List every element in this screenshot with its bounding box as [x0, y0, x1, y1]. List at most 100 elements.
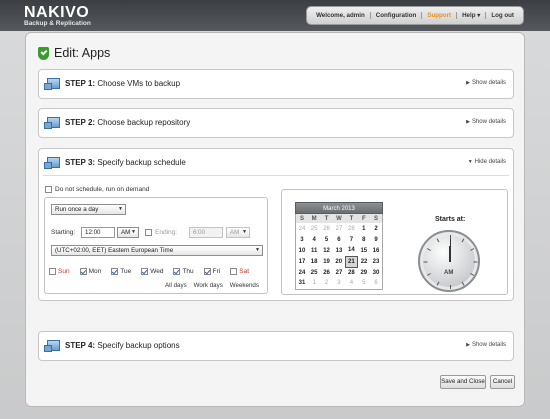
calendar-day[interactable]: 8: [358, 234, 370, 245]
calendar-day[interactable]: 6: [333, 234, 345, 245]
calendar-day[interactable]: 10: [296, 245, 308, 256]
vm-icon: [44, 157, 60, 169]
day-mon-checkbox[interactable]: [79, 268, 87, 275]
save-and-close-button[interactable]: Save and Close: [440, 375, 486, 389]
clock-icon: AM: [418, 230, 480, 292]
brand-subtitle: Backup & Replication: [24, 20, 91, 27]
page-title: Edit: Apps: [54, 46, 111, 60]
clock-tick: [470, 248, 475, 251]
nav-help[interactable]: Help ▾: [457, 12, 487, 19]
day-fri-checkbox[interactable]: [203, 268, 211, 275]
day-thu[interactable]: Thu: [173, 268, 194, 275]
start-ampm-select[interactable]: AM ▼: [117, 227, 139, 238]
day-tue[interactable]: Tue: [111, 268, 131, 275]
day-tue-checkbox[interactable]: [111, 268, 119, 275]
no-schedule-option[interactable]: Do not schedule, run on demand: [45, 186, 149, 193]
nav-support[interactable]: Support: [422, 12, 458, 19]
calendar-day[interactable]: 31: [296, 278, 308, 289]
calendar-day[interactable]: 26: [320, 267, 332, 278]
calendar-day[interactable]: 25: [308, 267, 320, 278]
calendar-week: 3 4 5 6 7 8 9: [296, 234, 383, 245]
calendar-day[interactable]: 14: [345, 245, 357, 256]
clock-tick: [423, 261, 428, 263]
day-thu-label: Thu: [182, 268, 194, 275]
calendar-day[interactable]: 2: [370, 223, 382, 234]
calendar-day[interactable]: 12: [320, 245, 332, 256]
calendar-day[interactable]: 27: [333, 267, 345, 278]
calendar-day[interactable]: 16: [370, 245, 382, 256]
calendar-day[interactable]: 6: [370, 278, 382, 289]
calendar-day-today[interactable]: 21: [344, 255, 359, 268]
calendar-day[interactable]: 13: [333, 245, 345, 256]
calendar-day[interactable]: 26: [320, 223, 332, 234]
calendar-day[interactable]: 7: [345, 234, 357, 245]
day-sat[interactable]: Sat: [230, 268, 249, 275]
day-fri[interactable]: Fri: [203, 268, 220, 275]
calendar-day[interactable]: 3: [333, 278, 345, 289]
calendar-day[interactable]: 1: [308, 278, 320, 289]
brand-name: NAKIVO: [24, 4, 90, 21]
calendar-day[interactable]: 18: [308, 256, 320, 267]
calendar-day[interactable]: 19: [320, 256, 332, 267]
calendar-day[interactable]: 28: [345, 223, 357, 234]
triangle-right-icon: ▶: [466, 342, 470, 348]
calendar-day[interactable]: 17: [296, 256, 308, 267]
end-time-input[interactable]: 6:00: [189, 227, 223, 238]
calendar-day[interactable]: 24: [296, 223, 308, 234]
no-schedule-checkbox[interactable]: [45, 186, 52, 193]
calendar-day[interactable]: 24: [296, 267, 308, 278]
calendar-day[interactable]: 29: [358, 267, 370, 278]
step-3-hide-details[interactable]: ▼ Hide details: [468, 159, 506, 165]
no-schedule-label: Do not schedule, run on demand: [55, 186, 150, 193]
calendar-day[interactable]: 20: [333, 256, 345, 267]
calendar-day[interactable]: 27: [333, 223, 345, 234]
cancel-button[interactable]: Cancel: [490, 375, 515, 389]
calendar-day[interactable]: 9: [370, 234, 382, 245]
weekends-link[interactable]: Weekends: [230, 282, 259, 289]
schedule-settings-box: Run once a day ▼ Starting: 12:00 AM ▼ Endi…: [44, 197, 268, 294]
timezone-select[interactable]: (UTC+02:00, EET) Eastern European Time ▼: [51, 245, 263, 256]
shield-check-icon: [38, 46, 49, 60]
day-sun-checkbox[interactable]: [49, 268, 56, 275]
end-ampm-select[interactable]: AM ▼: [226, 227, 250, 238]
calendar-day[interactable]: 4: [345, 278, 357, 289]
calendar-day[interactable]: 1: [358, 223, 370, 234]
calendar-day[interactable]: 11: [308, 245, 320, 256]
ending-checkbox[interactable]: [145, 229, 152, 236]
all-days-link[interactable]: All days: [165, 282, 187, 289]
frequency-select[interactable]: Run once a day ▼: [51, 204, 126, 215]
day-thu-checkbox[interactable]: [173, 268, 181, 275]
chevron-down-icon: ▼: [242, 229, 247, 235]
day-mon[interactable]: Mon: [79, 268, 101, 275]
calendar-day[interactable]: 5: [358, 278, 370, 289]
step-3-header: STEP 3: Specify backup schedule: [44, 157, 186, 169]
clock-tick: [473, 261, 478, 263]
step-2-section[interactable]: STEP 2: Choose backup repository ▶ Show d…: [38, 108, 514, 138]
calendar-day[interactable]: 2: [320, 278, 332, 289]
nav-logout[interactable]: Log out: [486, 12, 519, 19]
step-4-section[interactable]: STEP 4: Specify backup options ▶ Show det…: [38, 331, 514, 361]
day-sat-checkbox[interactable]: [230, 268, 238, 275]
calendar-day[interactable]: 28: [345, 267, 357, 278]
nav-configuration[interactable]: Configuration: [371, 12, 423, 19]
calendar-day[interactable]: 15: [358, 245, 370, 256]
calendar-day[interactable]: 30: [370, 267, 382, 278]
calendar-day[interactable]: 25: [308, 223, 320, 234]
step-2-show-details[interactable]: ▶ Show details: [466, 119, 506, 125]
calendar-week: 24 25 26 27 28 29 30: [296, 267, 383, 278]
calendar-day[interactable]: 5: [320, 234, 332, 245]
step-1-section[interactable]: STEP 1: Choose VMs to backup ▶ Show detai…: [38, 69, 514, 99]
calendar-day[interactable]: 22: [358, 256, 370, 267]
day-wed-checkbox[interactable]: [141, 268, 149, 275]
clock-tick: [461, 238, 465, 243]
step-3-title: STEP 3: Specify backup schedule: [65, 158, 186, 167]
day-sun[interactable]: Sun: [49, 268, 70, 275]
calendar-day[interactable]: 23: [370, 256, 382, 267]
calendar-day[interactable]: 3: [296, 234, 308, 245]
calendar-day[interactable]: 4: [308, 234, 320, 245]
step-4-show-details[interactable]: ▶ Show details: [466, 342, 506, 348]
day-wed[interactable]: Wed: [141, 268, 163, 275]
start-time-input[interactable]: 12:00: [81, 227, 115, 238]
step-1-show-details[interactable]: ▶ Show details: [466, 80, 506, 86]
work-days-link[interactable]: Work days: [194, 282, 223, 289]
